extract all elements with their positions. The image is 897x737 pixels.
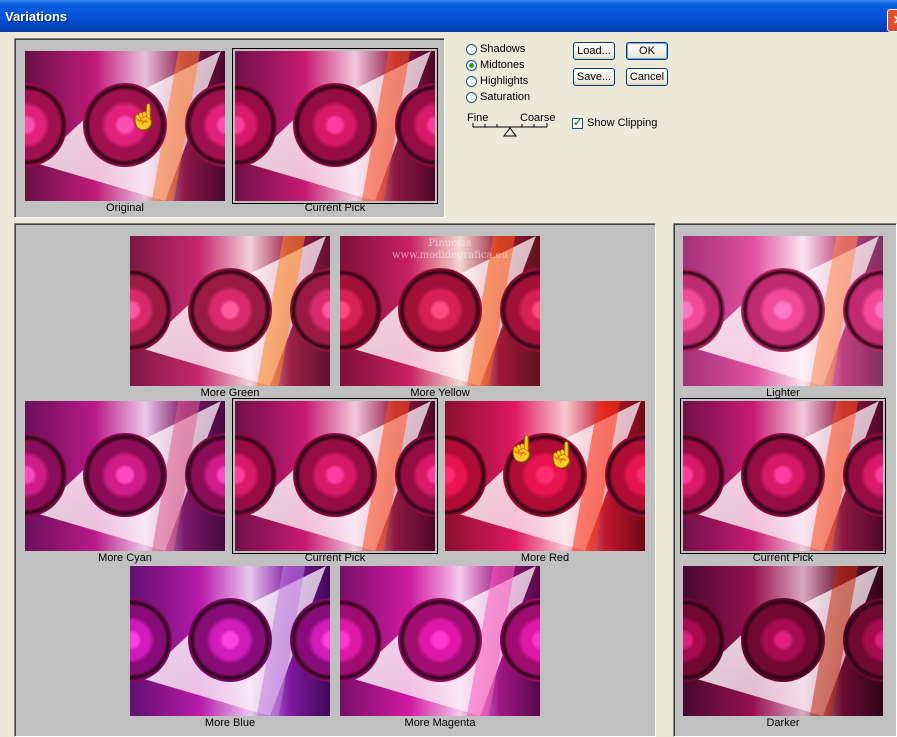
radio-midtones[interactable]: Midtones xyxy=(466,57,525,73)
thumb-original: ☝ Original xyxy=(25,51,225,216)
caption-more-yellow: More Yellow xyxy=(410,387,470,399)
radio-highlights[interactable]: Highlights xyxy=(466,73,528,89)
radio-shadows[interactable]: Shadows xyxy=(466,41,525,57)
caption-more-blue: More Blue xyxy=(204,717,256,729)
thumb-more-cyan[interactable]: More Cyan xyxy=(25,401,225,566)
save-button[interactable]: Save... xyxy=(573,68,615,86)
caption-more-cyan: More Cyan xyxy=(98,552,152,564)
close-icon: ✕ xyxy=(893,13,897,27)
close-button[interactable]: ✕ xyxy=(887,9,897,32)
checkbox-box xyxy=(572,116,583,129)
window-title: Variations xyxy=(5,9,68,24)
caption-more-green: More Green xyxy=(200,387,260,399)
thumb-more-blue[interactable]: More Blue xyxy=(130,566,330,731)
caption-darker: Darker xyxy=(766,717,800,729)
radio-label: Shadows xyxy=(480,43,526,55)
caption-original: Original xyxy=(106,202,144,214)
caption-current-pick-color: Current Pick xyxy=(304,552,366,564)
radio-circle xyxy=(466,91,477,103)
radio-label: Midtones xyxy=(480,59,525,71)
radio-circle xyxy=(466,75,477,87)
radio-circle-selected xyxy=(466,59,477,71)
thumb-darker[interactable]: Darker xyxy=(683,566,883,731)
thumb-more-green[interactable]: More Green xyxy=(130,236,330,401)
load-button[interactable]: Load... xyxy=(573,42,615,60)
show-clipping-label: Show Clipping xyxy=(587,117,658,129)
thumb-current-pick-brightness[interactable]: Current Pick xyxy=(680,398,886,566)
fine-coarse-slider[interactable]: Fine Coarse xyxy=(467,112,557,138)
slider-thumb xyxy=(503,127,517,137)
hand-pointer-icon: ☝ xyxy=(547,442,577,469)
thumb-current-pick-top[interactable]: Current Pick xyxy=(232,48,438,216)
cancel-button[interactable]: Cancel xyxy=(626,68,668,86)
thumb-more-red[interactable]: ☝ ☝ More Red xyxy=(445,401,645,566)
thumb-more-magenta[interactable]: More Magenta xyxy=(340,566,540,731)
caption-current-pick-brightness: Current Pick xyxy=(752,552,814,564)
thumb-lighter[interactable]: Lighter xyxy=(683,236,883,401)
watermark-line1: Pinuccia xyxy=(428,238,472,249)
ok-button[interactable]: OK xyxy=(626,42,668,60)
caption-more-red: More Red xyxy=(520,552,570,564)
show-clipping-checkbox[interactable]: Show Clipping xyxy=(572,116,658,129)
caption-current-pick-top: Current Pick xyxy=(304,202,366,214)
radio-circle xyxy=(466,43,477,55)
title-bar: Variations ✕ xyxy=(0,0,897,32)
hand-pointer-icon: ☝ xyxy=(507,436,537,463)
radio-label: Saturation xyxy=(480,91,531,103)
caption-lighter: Lighter xyxy=(766,387,800,399)
radio-label: Highlights xyxy=(480,75,529,87)
hand-pointer-icon: ☝ xyxy=(129,104,159,131)
radio-saturation[interactable]: Saturation xyxy=(466,89,530,105)
watermark: Pinuccia www.modidegrafica.eu xyxy=(385,238,515,262)
thumb-current-pick-color[interactable]: Current Pick xyxy=(232,398,438,566)
watermark-line2: www.modidegrafica.eu xyxy=(391,250,508,261)
slider-track xyxy=(472,123,548,137)
caption-more-magenta: More Magenta xyxy=(404,717,476,729)
